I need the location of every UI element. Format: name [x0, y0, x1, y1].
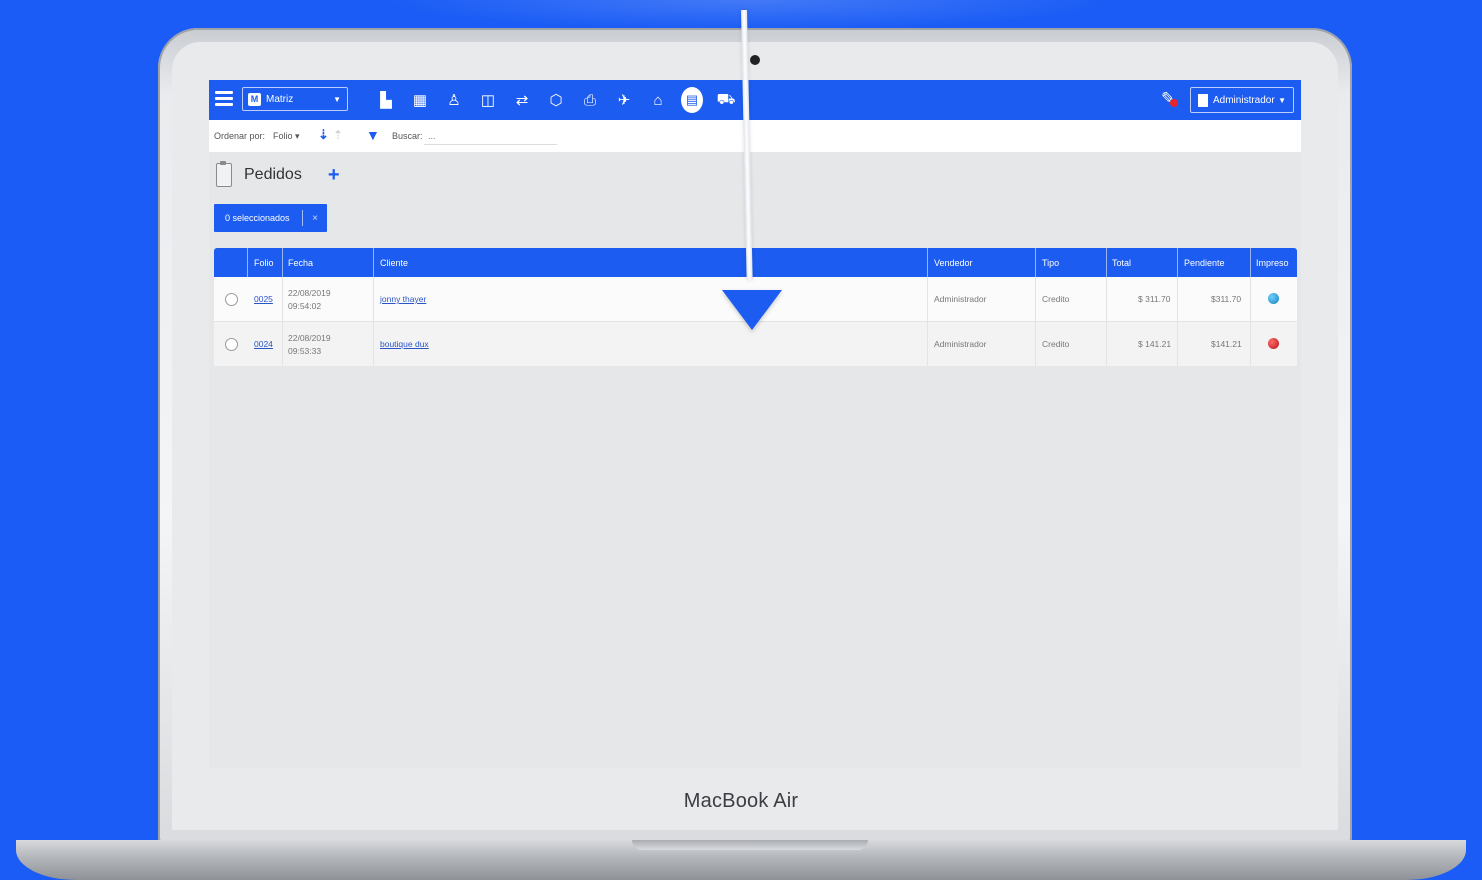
table-header: Folio Fecha Cliente Vendedor Tipo Total …: [214, 248, 1297, 277]
chevron-down-icon: ▼: [1278, 95, 1286, 105]
chart-icon[interactable]: ▙: [369, 87, 403, 113]
printed-status-icon: [1268, 293, 1279, 304]
camera-icon: [750, 55, 760, 65]
column-divider: [927, 322, 928, 366]
seller-cell: Administrador: [934, 294, 987, 304]
column-divider: [1035, 322, 1036, 366]
folio-link[interactable]: 0025: [254, 294, 273, 304]
arrow-down-icon: [722, 290, 782, 330]
col-impreso[interactable]: Impreso: [1256, 258, 1289, 268]
transfer-icon[interactable]: ⇄: [505, 87, 539, 113]
page-title: Pedidos: [244, 166, 302, 183]
truck-icon[interactable]: ✈: [607, 87, 641, 113]
add-order-button[interactable]: +: [328, 164, 340, 187]
app-screen: M Matriz ▼ ▙ ▦ ♙ ◫ ⇄ ⬡ ⎙ ✈ ⌂ ▤ ⛟ ✎ Admin…: [209, 80, 1301, 768]
printer-icon[interactable]: ⎙: [573, 87, 607, 113]
order-by-label: Ordenar por:: [214, 131, 266, 141]
user-icon[interactable]: ♙: [437, 87, 471, 113]
type-cell: Credito: [1042, 294, 1070, 304]
pending-cell: $141.21: [1211, 339, 1242, 349]
column-divider: [373, 277, 374, 321]
hamburger-menu-icon[interactable]: [215, 91, 233, 107]
order-by-value: Folio: [273, 131, 293, 141]
search-label: Buscar:: [392, 131, 423, 141]
type-cell: Credito: [1042, 339, 1070, 349]
column-divider: [1250, 248, 1251, 277]
grid-icon[interactable]: ▦: [403, 87, 437, 113]
col-cliente[interactable]: Cliente: [380, 258, 408, 268]
row-select-radio[interactable]: [225, 338, 238, 351]
column-divider: [1250, 322, 1251, 366]
column-divider: [927, 277, 928, 321]
branch-logo-icon: M: [248, 92, 261, 106]
client-link[interactable]: jonny thayer: [380, 294, 426, 304]
cart-icon[interactable]: ⛟: [709, 87, 743, 113]
column-divider: [1177, 277, 1178, 321]
background-glow: [380, 0, 1120, 30]
clipboard-icon[interactable]: ▤: [675, 87, 709, 113]
megaphone-icon[interactable]: ✎: [1161, 89, 1178, 109]
seller-cell: Administrador: [934, 339, 987, 349]
branch-label: Matriz: [266, 93, 294, 105]
clear-selection-button[interactable]: ×: [303, 213, 327, 224]
order-by-select[interactable]: Folio ▾: [273, 131, 300, 142]
printed-status-icon: [1268, 338, 1279, 349]
device-brand-label: MacBook Air: [683, 790, 799, 812]
list-toolbar: Ordenar por: Folio ▾ ⇣ ⇡ ▼ Buscar:: [209, 120, 1301, 152]
row-select-radio[interactable]: [225, 293, 238, 306]
branch-select[interactable]: M Matriz ▼: [242, 87, 348, 111]
time-value: 09:53:33: [288, 346, 322, 356]
total-cell: $ 141.21: [1138, 339, 1172, 349]
column-divider: [247, 248, 248, 277]
column-divider: [282, 248, 283, 277]
col-vendedor[interactable]: Vendedor: [934, 258, 973, 268]
total-cell: $ 311.70: [1138, 294, 1171, 304]
sort-desc-icon[interactable]: ⇣: [318, 127, 329, 143]
user-menu[interactable]: Administrador ▼: [1190, 87, 1294, 113]
column-divider: [1106, 248, 1107, 277]
column-divider: [1035, 248, 1036, 277]
basket-icon[interactable]: ⌂: [641, 87, 675, 113]
top-navbar: M Matriz ▼ ▙ ▦ ♙ ◫ ⇄ ⬡ ⎙ ✈ ⌂ ▤ ⛟ ✎ Admin…: [209, 80, 1301, 120]
column-divider: [1035, 277, 1036, 321]
date-cell: 22/08/2019 09:53:33: [288, 332, 331, 358]
date-cell: 22/08/2019 09:54:02: [288, 287, 331, 313]
sort-asc-icon[interactable]: ⇡: [333, 128, 343, 142]
folio-link[interactable]: 0024: [254, 339, 273, 349]
date-value: 22/08/2019: [288, 288, 331, 298]
column-divider: [1177, 248, 1178, 277]
col-fecha[interactable]: Fecha: [288, 258, 313, 268]
column-divider: [373, 248, 374, 277]
col-tipo[interactable]: Tipo: [1042, 258, 1059, 268]
column-divider: [1250, 277, 1251, 321]
column-divider: [1177, 322, 1178, 366]
user-label: Administrador: [1213, 94, 1275, 106]
pending-cell: $311.70: [1211, 294, 1242, 304]
column-divider: [927, 248, 928, 277]
selected-count: 0 seleccionados: [225, 213, 290, 223]
col-total[interactable]: Total: [1112, 258, 1131, 268]
clipboard-icon: [216, 161, 232, 187]
column-divider: [1106, 322, 1107, 366]
user-avatar-icon: [1198, 93, 1208, 107]
client-link[interactable]: boutique dux: [380, 339, 429, 349]
laptop-hinge-notch: [632, 840, 868, 850]
column-divider: [373, 322, 374, 366]
search-input[interactable]: [424, 128, 557, 145]
tags-icon[interactable]: ◫: [471, 87, 505, 113]
column-divider: [282, 277, 283, 321]
box-icon[interactable]: ⬡: [539, 87, 573, 113]
notification-badge: [1170, 99, 1178, 107]
time-value: 09:54:02: [288, 301, 322, 311]
page-header: Pedidos +: [216, 161, 340, 188]
column-divider: [282, 322, 283, 366]
date-value: 22/08/2019: [288, 333, 331, 343]
module-nav: ▙ ▦ ♙ ◫ ⇄ ⬡ ⎙ ✈ ⌂ ▤ ⛟: [369, 87, 743, 113]
chevron-down-icon: ▼: [333, 94, 341, 104]
col-folio[interactable]: Folio: [254, 258, 274, 268]
column-divider: [1106, 277, 1107, 321]
filter-icon[interactable]: ▼: [366, 127, 380, 143]
selection-badge[interactable]: 0 seleccionados ×: [214, 204, 327, 232]
col-pendiente[interactable]: Pendiente: [1184, 258, 1225, 268]
